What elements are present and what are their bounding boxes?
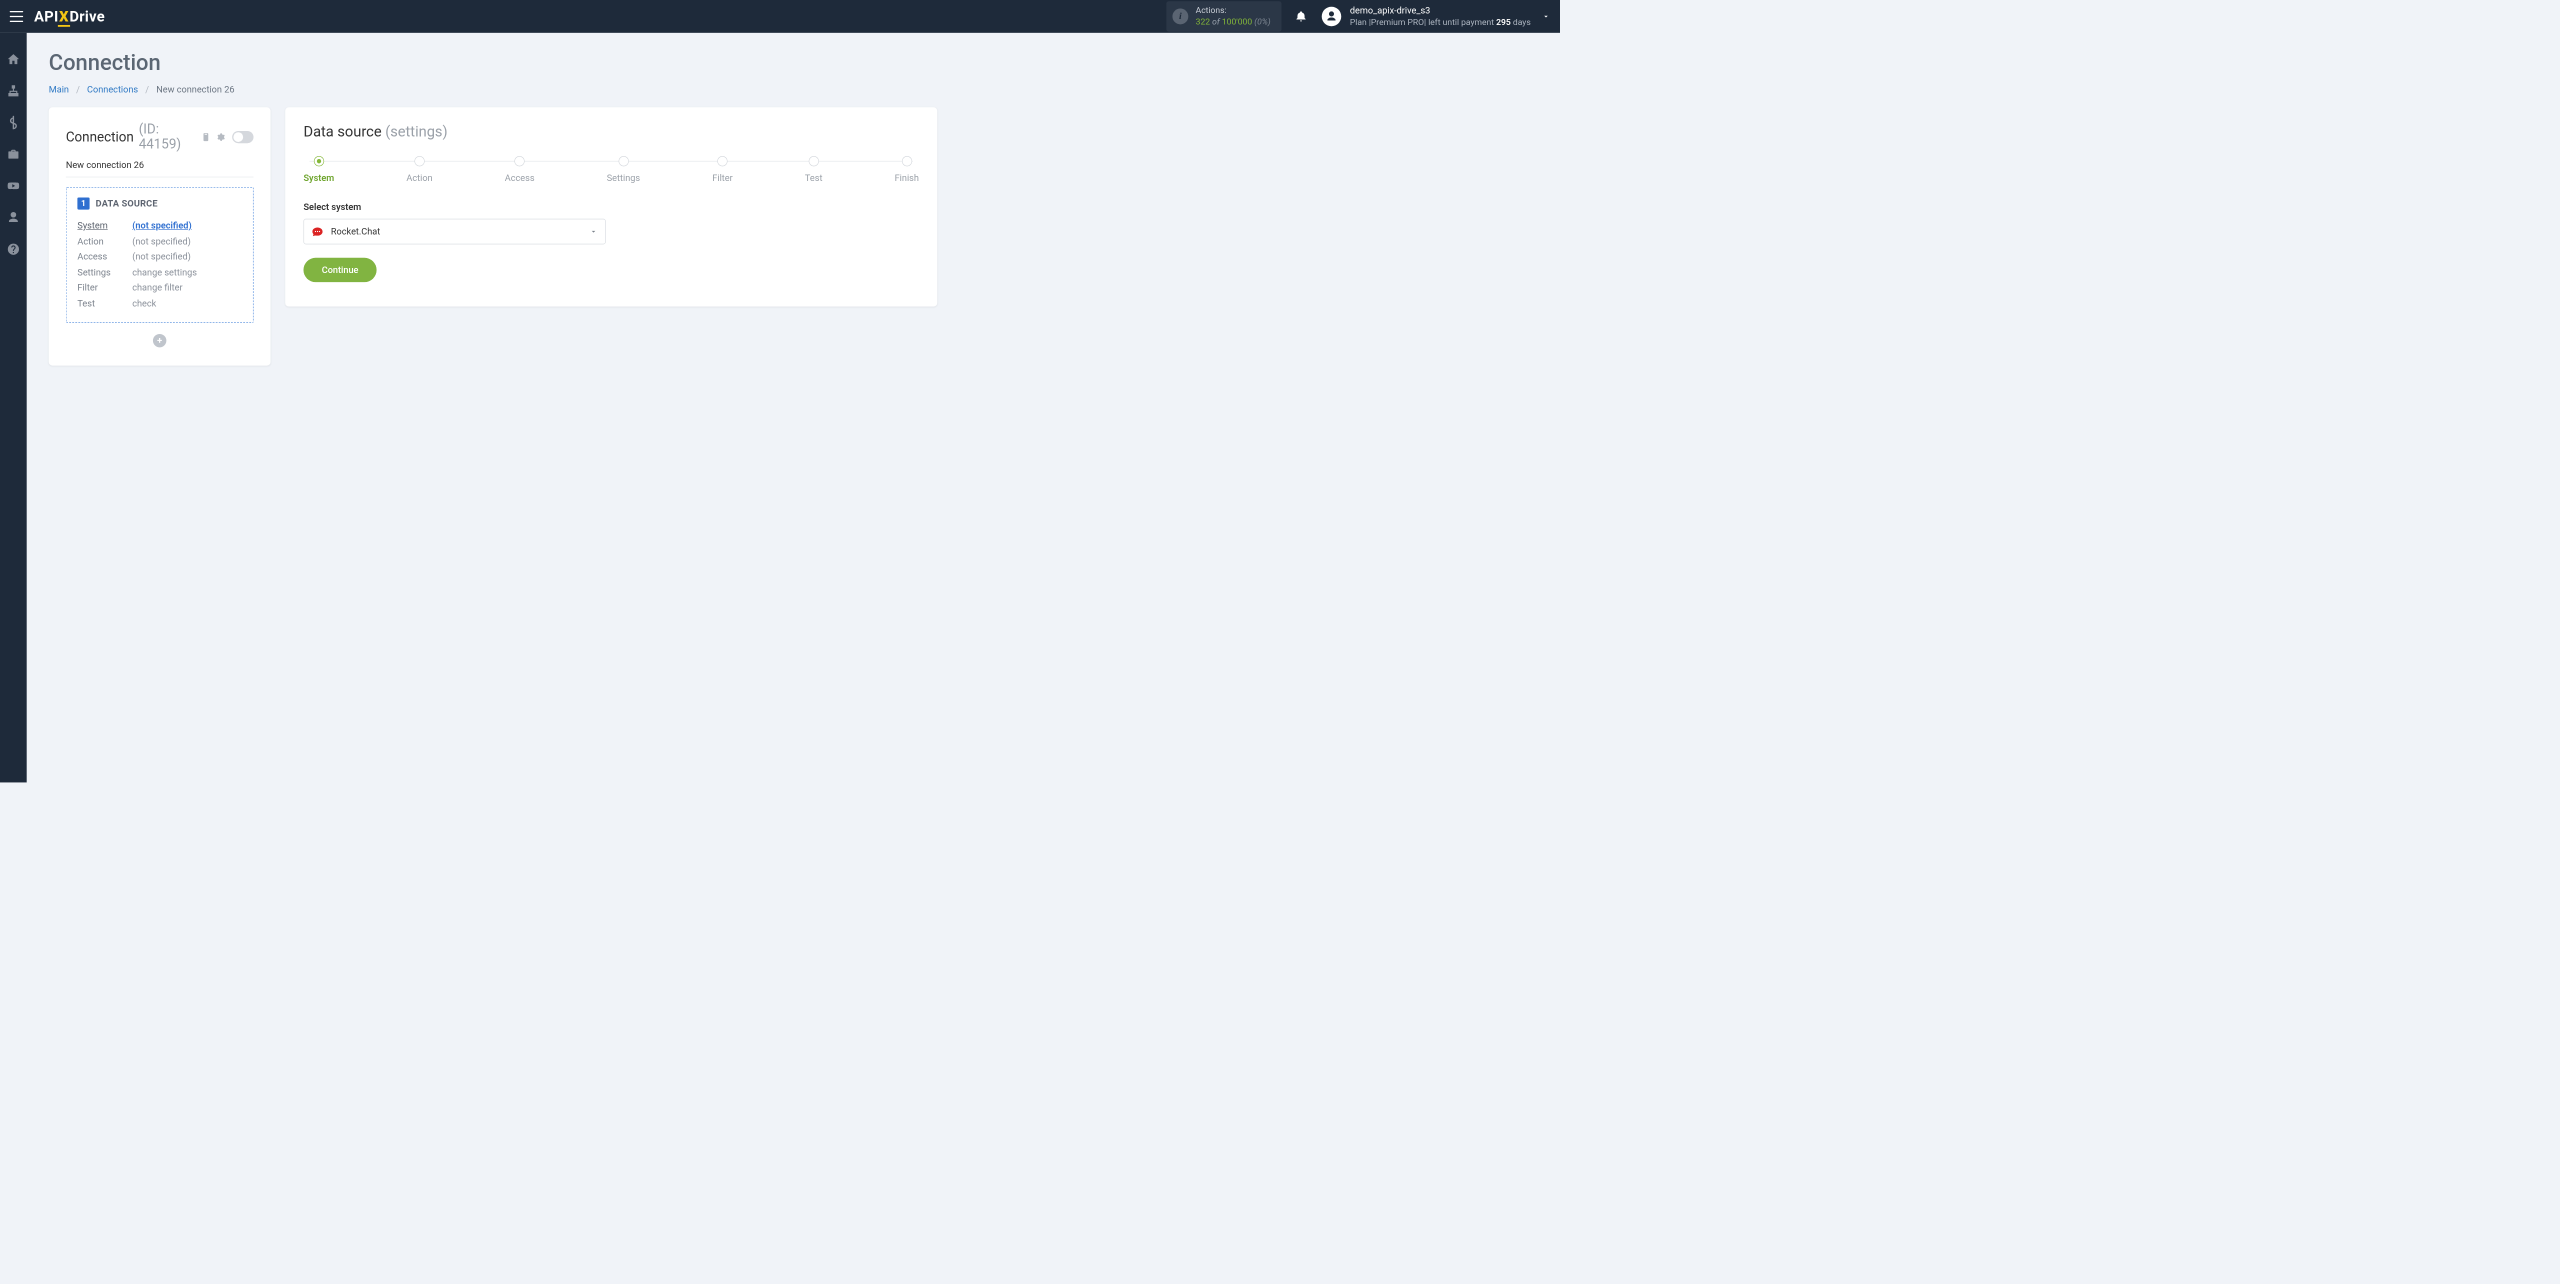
topbar: APIXDrive i Actions: 322 of 100'000 (0%)… [0,0,1560,33]
step-filter[interactable]: Filter [712,156,732,183]
data-source-badge: 1 [77,197,89,209]
stepper: System Action Access Settings Filter Test Fini… [303,156,918,183]
page-title: Connection [49,50,1538,76]
ds-row[interactable]: Settingschange settings [77,265,242,281]
help-icon[interactable] [7,243,20,256]
ds-row-value: check [132,296,156,312]
user-icon-sidebar[interactable] [7,211,20,224]
info-icon: i [1172,9,1188,25]
step-finish[interactable]: Finish [895,156,919,183]
logo-x: X [59,8,69,25]
continue-button[interactable]: Continue [303,258,376,282]
user-icon [1326,10,1338,22]
logo-text-1: API [34,8,58,25]
gear-icon[interactable] [215,132,225,143]
ds-row-key: Test [77,296,132,312]
step-dot [808,156,818,166]
step-system[interactable]: System [303,156,334,183]
sidebar [0,33,27,783]
step-test[interactable]: Test [805,156,823,183]
ds-row-key: Filter [77,280,132,296]
select-system-label: Select system [303,202,918,213]
step-dot [515,156,525,166]
ds-row-key: System [77,218,132,234]
step-dot [618,156,628,166]
data-source-title: 1 DATA SOURCE [77,197,242,209]
ds-row-value: (not specified) [132,234,191,250]
step-label: Finish [895,172,919,183]
dollar-icon[interactable] [7,116,20,129]
ds-row-value: (not specified) [132,218,191,234]
add-step-button[interactable]: + [153,334,166,347]
breadcrumb-current: New connection 26 [156,84,234,95]
home-icon[interactable] [7,52,20,65]
ds-row[interactable]: Action(not specified) [77,234,242,250]
chevron-down-icon [589,227,598,236]
connection-header: Connection (ID: 44159) [66,122,254,152]
username: demo_apix-drive_s3 [1350,5,1531,17]
ds-row-key: Settings [77,265,132,281]
connection-name: New connection 26 [66,160,254,178]
step-label: Filter [712,172,732,183]
chevron-down-icon[interactable] [1542,12,1551,21]
clipboard-icon[interactable] [201,132,211,143]
step-dot [717,156,727,166]
actions-counter[interactable]: i Actions: 322 of 100'000 (0%) [1166,1,1281,31]
selected-system-text: Rocket.Chat [331,226,582,237]
ds-row[interactable]: Access(not specified) [77,249,242,265]
step-settings[interactable]: Settings [607,156,640,183]
rocketchat-icon [311,225,323,237]
actions-text: Actions: 322 of 100'000 (0%) [1196,5,1271,28]
connection-card: Connection (ID: 44159) New connection 26… [49,107,271,365]
sitemap-icon[interactable] [7,84,20,97]
content: Connection Main / Connections / New conn… [27,33,1560,783]
right-title: Data source (settings) [303,123,918,140]
step-label: Action [406,172,432,183]
step-label: Settings [607,172,640,183]
logo[interactable]: APIXDrive [34,8,105,25]
logo-text-2: Drive [69,8,104,25]
youtube-icon[interactable] [7,179,20,192]
plan-info: Plan |Premium PRO| left until payment 29… [1350,17,1531,28]
step-dot [314,156,324,166]
avatar[interactable] [1322,7,1342,27]
briefcase-icon[interactable] [7,147,20,160]
ds-row-value: (not specified) [132,249,191,265]
ds-row-value: change filter [132,280,182,296]
step-access[interactable]: Access [505,156,535,183]
step-label: Test [805,172,823,183]
breadcrumb-connections[interactable]: Connections [87,84,138,95]
step-action[interactable]: Action [406,156,432,183]
step-dot [414,156,424,166]
breadcrumb: Main / Connections / New connection 26 [49,84,1538,95]
data-source-box: 1 DATA SOURCE System(not specified)Actio… [66,187,254,323]
ds-row-key: Action [77,234,132,250]
ds-row[interactable]: Filterchange filter [77,280,242,296]
data-source-settings-card: Data source (settings) System Action Acces… [285,107,937,306]
breadcrumb-main[interactable]: Main [49,84,69,95]
ds-row-value: change settings [132,265,197,281]
ds-row-key: Access [77,249,132,265]
step-label: Access [505,172,535,183]
step-label: System [303,172,334,183]
ds-row[interactable]: System(not specified) [77,218,242,234]
step-dot [902,156,912,166]
bell-icon[interactable] [1295,10,1307,22]
user-block[interactable]: demo_apix-drive_s3 Plan |Premium PRO| le… [1350,5,1531,28]
ds-row[interactable]: Testcheck [77,296,242,312]
connection-toggle[interactable] [232,131,253,143]
hamburger-menu[interactable] [10,11,23,22]
select-system-dropdown[interactable]: Rocket.Chat [303,219,605,245]
